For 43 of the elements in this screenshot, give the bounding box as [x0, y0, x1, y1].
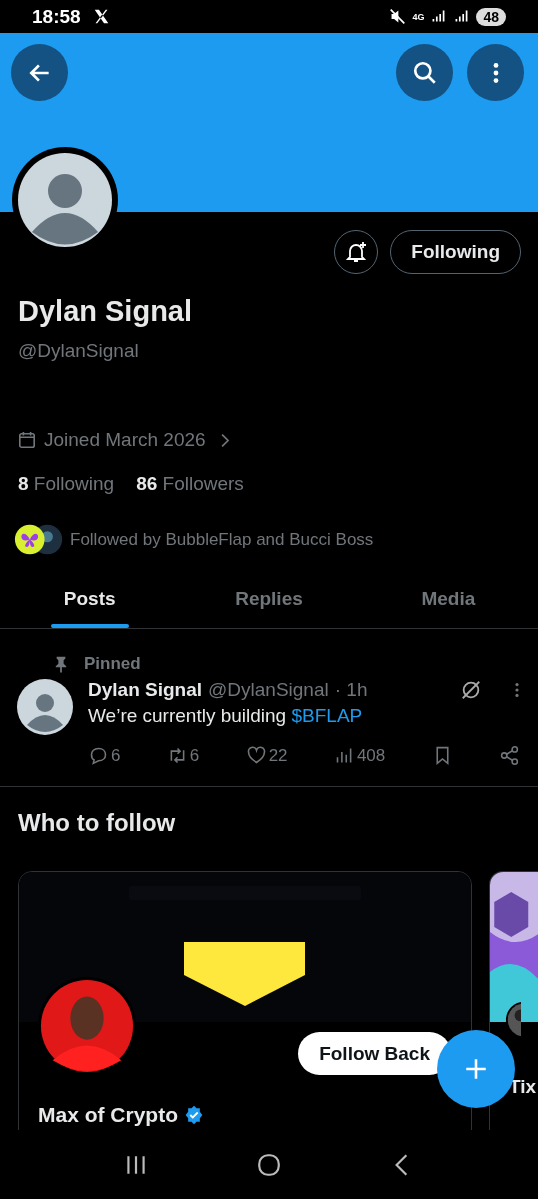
search-button[interactable] — [396, 44, 453, 101]
view-count[interactable]: 408 — [333, 745, 386, 766]
profile-tab[interactable]: Media — [358, 570, 538, 628]
home-icon[interactable] — [256, 1151, 282, 1178]
post-avatar — [17, 679, 73, 735]
chevron-icon[interactable] — [219, 431, 231, 449]
cashtag-link[interactable]: $BFLAP — [291, 705, 363, 726]
suggestion-name: Max of Crypto — [38, 1103, 178, 1127]
followed-by-text: Followed by BubbleFlap and Bucci Boss — [70, 529, 374, 550]
heart-icon[interactable] — [245, 745, 267, 766]
post-time: · 1h — [334, 679, 368, 701]
mute-icon — [389, 8, 407, 25]
calendar-icon — [18, 431, 36, 449]
pin-icon — [54, 654, 68, 674]
joined-date: Joined March 2026 — [44, 429, 206, 451]
following-button[interactable]: Following — [390, 229, 521, 274]
pinned-label: Pinned — [84, 654, 141, 674]
share-icon[interactable] — [498, 745, 520, 766]
more-icon[interactable] — [514, 681, 520, 699]
battery-indicator: 48 — [476, 7, 506, 26]
reply-count[interactable]: 6 — [88, 745, 121, 766]
post-text: We’re currently building — [88, 705, 287, 726]
profile-tab[interactable]: Replies — [179, 570, 359, 628]
profile-name: Dylan Signal — [18, 295, 194, 328]
profile-handle: @DylanSignal — [18, 340, 140, 362]
status-time: 18:58 — [32, 5, 81, 28]
reply-icon[interactable] — [88, 745, 109, 766]
grok-icon[interactable] — [460, 679, 482, 701]
profile-tab[interactable]: Posts — [0, 570, 180, 628]
followers-link[interactable]: 86 Followers — [136, 473, 244, 495]
following-link[interactable]: 8 Following — [18, 473, 115, 495]
x-logo-icon — [92, 8, 110, 25]
like-count[interactable]: 22 — [245, 745, 288, 766]
bell-plus-icon[interactable] — [344, 239, 369, 264]
follower-avatars — [14, 523, 64, 556]
post-handle: @DylanSignal — [208, 679, 329, 701]
search-icon[interactable] — [411, 59, 438, 86]
network-type: 4G — [412, 11, 425, 22]
section-title: Who to follow — [18, 809, 176, 836]
back-button[interactable] — [11, 44, 68, 101]
repost-count[interactable]: 6 — [166, 745, 200, 766]
post-author: Dylan Signal — [88, 679, 203, 701]
suggestion-card[interactable]: Follow Back Max of Crypto — [18, 871, 472, 1130]
